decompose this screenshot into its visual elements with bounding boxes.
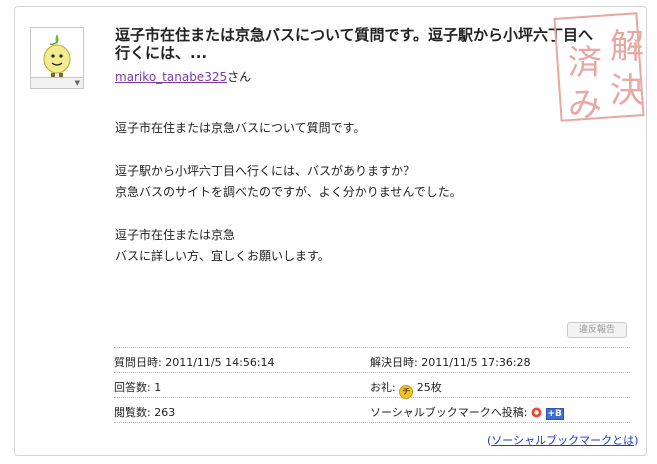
answer-count: 回答数: 1 [114,381,162,394]
meta-row: 質問日時: 2011/11/5 14:56:14 解決日時: 2011/11/5… [114,347,630,372]
body-line: 逗子市在住または京急 [115,228,236,242]
stamp-char-3: 済 [568,43,602,83]
chevron-down-icon: ▼ [74,79,80,87]
body-line: 京急バスのサイトを調べたのですが、よく分かりませんでした。 [115,185,462,199]
body-line: 逗子駅から小坪六丁目へ行くには、バスがありますか？ [115,164,416,178]
asker-line: mariko_tanabe325さん [115,68,251,85]
hatena-bookmark-icon[interactable]: +B [545,408,564,420]
stamp-char-1: 解 [610,27,644,67]
sprout-mascot-icon [43,34,71,77]
resolved-datetime: 解決日時: 2011/11/5 17:36:28 [370,356,531,369]
stamp-char-2: 決 [610,71,644,111]
view-count: 閲覧数: 263 [114,406,176,419]
question-title: 逗子市在住または京急バスについて質問です。逗子駅から小坪六丁目へ行くには、... [115,26,594,62]
meta-row: 回答数: 1 お礼: チ 25枚 [114,372,630,399]
body-line: 逗子市在住または京急バスについて質問です。 [115,121,366,135]
social-bookmark-help: (ソーシャルブックマークとは) [487,434,639,447]
asker-username-link[interactable]: mariko_tanabe325 [115,70,227,84]
report-button[interactable]: 違反報告 [567,322,627,338]
resolved-stamp: 解 決 済 み [553,12,645,125]
question-meta-table: 質問日時: 2011/11/5 14:56:14 解決日時: 2011/11/5… [114,347,630,423]
honorific: さん [227,70,252,84]
question-body: 逗子市在住または京急バスについて質問です。 逗子駅から小坪六丁目へ行くには、バス… [115,118,615,267]
social-bookmark: ソーシャルブックマークへ投稿: +B [370,406,564,420]
reward: お礼: チ 25枚 [370,379,442,399]
avatar-menu-toggle[interactable]: ▼ [31,77,83,88]
bookmark-service-icon[interactable] [531,407,542,418]
meta-row: 閲覧数: 263 ソーシャルブックマークへ投稿: +B [114,397,630,423]
body-line: バスに詳しい方、宜しくお願いします。 [115,249,330,263]
user-avatar[interactable]: ▼ [30,27,84,89]
social-bookmark-help-link[interactable]: ソーシャルブックマークとは [491,434,634,447]
asked-datetime: 質問日時: 2011/11/5 14:56:14 [114,356,275,369]
